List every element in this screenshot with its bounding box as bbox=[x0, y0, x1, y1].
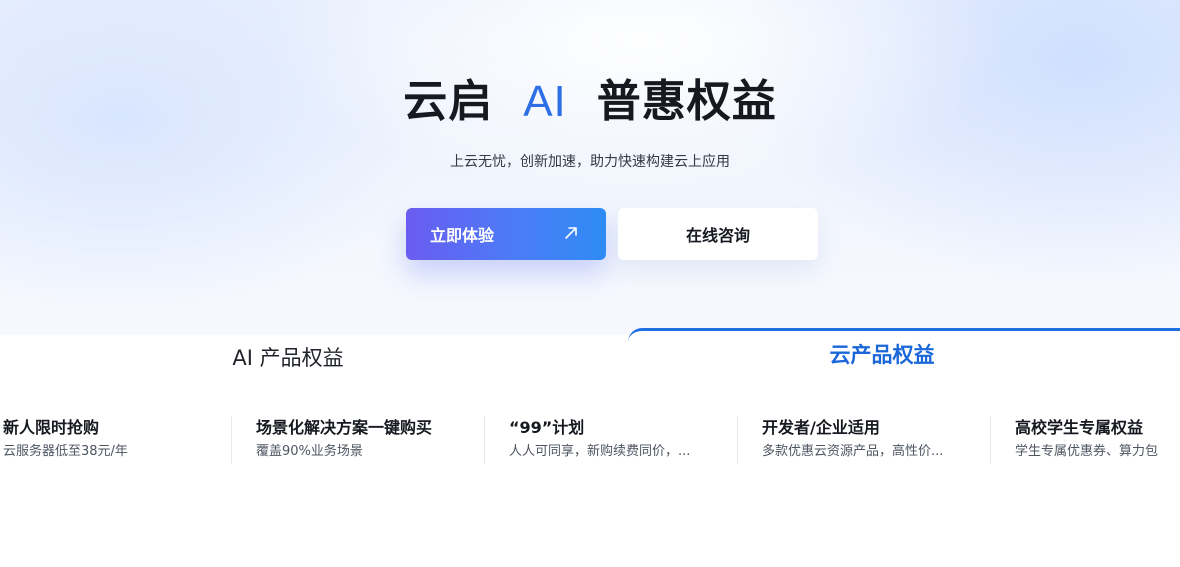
page: 云启 AI 普惠权益 上云无忧，创新加速，助力快速构建云上应用 立即体验 在线咨询 … bbox=[0, 0, 1180, 567]
try-now-button[interactable]: 立即体验 bbox=[406, 208, 606, 260]
tab-cloud-products-label: 云产品权益 bbox=[829, 343, 935, 367]
tab-cloud-products[interactable]: 云产品权益 bbox=[628, 328, 1180, 390]
benefit-desc: 学生专属优惠券、算力包 bbox=[1015, 444, 1159, 459]
benefit-desc: 云服务器低至38元/年 bbox=[3, 444, 128, 459]
hero-title-ai: AI bbox=[523, 77, 567, 126]
benefit-tabs: AI 产品权益 云产品权益 bbox=[0, 328, 1180, 390]
tab-ai-products[interactable]: AI 产品权益 bbox=[0, 335, 600, 390]
benefit-title: 开发者/企业适用 bbox=[762, 418, 880, 437]
benefit-item-students[interactable]: 高校学生专属权益 学生专属优惠券、算力包 bbox=[1015, 416, 1180, 466]
benefit-divider bbox=[737, 416, 738, 464]
benefit-desc: 多款优惠云资源产品，高性价... bbox=[762, 444, 944, 459]
benefit-divider bbox=[484, 416, 485, 464]
benefit-desc: 人人可同享，新购续费同价，... bbox=[509, 444, 691, 459]
hero-title: 云启 AI 普惠权益 bbox=[0, 72, 1180, 132]
benefit-item-newcomer[interactable]: 新人限时抢购 云服务器低至38元/年 bbox=[3, 416, 218, 466]
arrow-up-right-icon bbox=[565, 227, 577, 239]
benefit-title: “99”计划 bbox=[509, 418, 585, 437]
benefit-item-99-plan[interactable]: “99”计划 人人可同享，新购续费同价，... bbox=[509, 416, 714, 466]
hero-title-part2: 普惠权益 bbox=[596, 76, 777, 127]
try-now-button-label: 立即体验 bbox=[430, 226, 495, 245]
hero-subtitle: 上云无忧，创新加速，助力快速构建云上应用 bbox=[450, 154, 730, 170]
tab-ai-products-label: AI 产品权益 bbox=[232, 346, 344, 370]
benefit-item-developer[interactable]: 开发者/企业适用 多款优惠云资源产品，高性价... bbox=[762, 416, 967, 466]
online-consult-button[interactable]: 在线咨询 bbox=[618, 208, 818, 260]
benefit-divider bbox=[231, 416, 232, 464]
benefit-title: 高校学生专属权益 bbox=[1015, 418, 1144, 437]
hero-banner: 云启 AI 普惠权益 上云无忧，创新加速，助力快速构建云上应用 立即体验 在线咨询 bbox=[0, 0, 1180, 335]
benefit-divider bbox=[990, 416, 991, 464]
online-consult-button-label: 在线咨询 bbox=[685, 226, 750, 245]
benefit-item-solutions[interactable]: 场景化解决方案一键购买 覆盖90%业务场景 bbox=[256, 416, 471, 466]
benefit-title: 场景化解决方案一键购买 bbox=[256, 418, 433, 437]
benefit-title: 新人限时抢购 bbox=[3, 418, 100, 437]
hero-title-part1: 云启 bbox=[403, 76, 494, 127]
benefit-list: 新人限时抢购 云服务器低至38元/年 场景化解决方案一键购买 覆盖90%业务场景… bbox=[0, 390, 1180, 490]
benefit-desc: 覆盖90%业务场景 bbox=[256, 444, 363, 459]
